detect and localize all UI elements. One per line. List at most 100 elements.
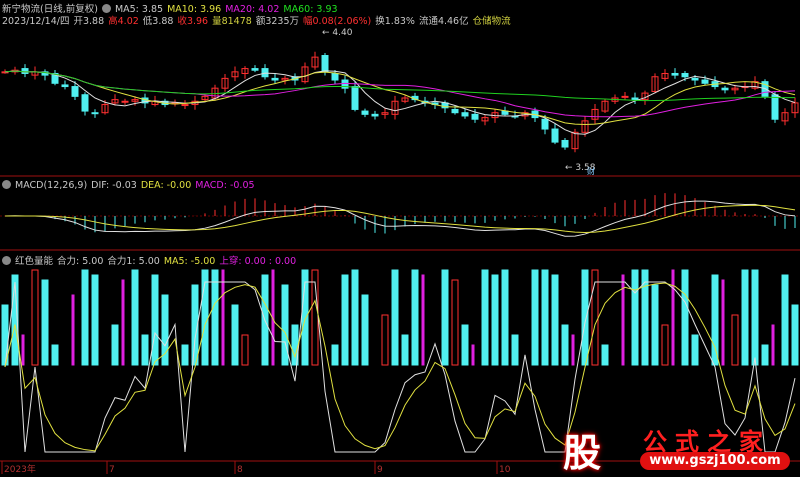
energy-bar [671, 269, 675, 366]
candle-body [461, 112, 469, 117]
energy-bar [571, 334, 575, 366]
energy-bar [781, 274, 789, 366]
candle-body [71, 86, 79, 97]
energy-bar [341, 274, 349, 366]
candle-body [371, 113, 379, 117]
candle-body [561, 139, 569, 148]
energy-bar [441, 269, 449, 366]
dif-line [4, 200, 796, 237]
energy-bar [741, 269, 749, 366]
x-tick-label: 10 [499, 465, 511, 474]
energy-bar [111, 324, 119, 366]
energy-bar [221, 269, 225, 366]
candle-body [621, 95, 629, 98]
candle-body [321, 55, 329, 73]
x-tick-label: 8 [237, 465, 243, 474]
energy-bar [691, 334, 699, 366]
energy-bar [401, 334, 409, 366]
candle-body [351, 86, 359, 110]
energy-bar [391, 269, 399, 366]
energy-bar [501, 269, 509, 366]
energy-bar [731, 314, 739, 366]
energy-bar [331, 344, 339, 366]
candle-body [251, 68, 259, 71]
energy-bar [491, 274, 499, 366]
candle-body [671, 72, 679, 76]
candle-body [81, 94, 89, 112]
site-url: www.gszj100.com [640, 452, 790, 470]
energy-bar [141, 334, 149, 366]
energy-bar [661, 324, 669, 366]
energy-bar [241, 334, 249, 366]
energy-bar [281, 284, 289, 366]
energy-bar [581, 269, 589, 366]
energy-bar [601, 344, 609, 366]
candle-body [61, 84, 69, 88]
candle-body [541, 118, 549, 130]
logo-glyph: 股 [563, 430, 602, 475]
energy-bar [451, 279, 459, 366]
candle-body [691, 77, 699, 81]
energy-bar [541, 269, 549, 366]
candle-body [21, 68, 29, 74]
candle-body [91, 112, 99, 115]
energy-bar [651, 284, 659, 366]
candle-body [771, 94, 779, 120]
energy-bar [531, 269, 539, 366]
candle-body [331, 72, 339, 81]
energy-bar [711, 274, 719, 366]
x-tick-label: 7 [109, 465, 115, 474]
energy-bar [21, 334, 25, 366]
energy-bar [551, 274, 559, 366]
energy-bar [181, 344, 189, 366]
max-price-label: ← 4.40 [322, 28, 353, 38]
stock-chart[interactable]: ← 4.40← 3.58财2023年 7 8 9 10 [0, 0, 800, 474]
x-tick-label: 2023年 [4, 463, 36, 474]
energy-bar [561, 324, 569, 366]
energy-bar [721, 279, 725, 366]
energy-bar [761, 344, 769, 366]
energy-bar [381, 314, 389, 366]
energy-bar [681, 269, 689, 366]
candle-body [121, 100, 129, 103]
energy-bar [481, 269, 489, 366]
energy-bar [591, 269, 599, 366]
energy-bar [91, 274, 99, 366]
energy-bar [411, 269, 419, 366]
energy-bar [151, 274, 159, 366]
candle-body [551, 128, 559, 143]
energy-bar [421, 274, 425, 366]
energy-bar [51, 344, 59, 366]
energy-bar [31, 269, 39, 366]
candle-body [181, 104, 189, 107]
ma10-line [4, 70, 796, 125]
energy-bar [511, 334, 519, 366]
energy-bar [771, 324, 775, 366]
energy-bar [81, 269, 89, 366]
candle-body [701, 79, 709, 84]
dea-line [4, 204, 796, 234]
candle-body [361, 110, 369, 115]
energy-bar [361, 294, 369, 366]
energy-bar [751, 269, 759, 366]
candle-body [721, 87, 729, 91]
energy-bar [461, 324, 469, 366]
energy-bar [231, 304, 239, 366]
energy-bar [161, 294, 169, 366]
candle-body [471, 113, 479, 120]
energy-bar [131, 269, 139, 366]
energy-bar [351, 269, 359, 366]
energy-bar [211, 269, 219, 366]
energy-bar [791, 304, 799, 366]
energy-bar [631, 269, 639, 366]
energy-bar [41, 279, 49, 366]
candle-body [631, 97, 639, 101]
candle-body [271, 77, 279, 81]
watermark-logo: 股 公式之家 www.gszj100.com [555, 420, 800, 475]
x-tick-label: 9 [377, 465, 383, 474]
candle-body [681, 72, 689, 78]
energy-bar [471, 344, 475, 366]
finance-badge: 财 [587, 166, 595, 176]
candle-body [451, 108, 459, 114]
energy-bar [71, 294, 75, 366]
